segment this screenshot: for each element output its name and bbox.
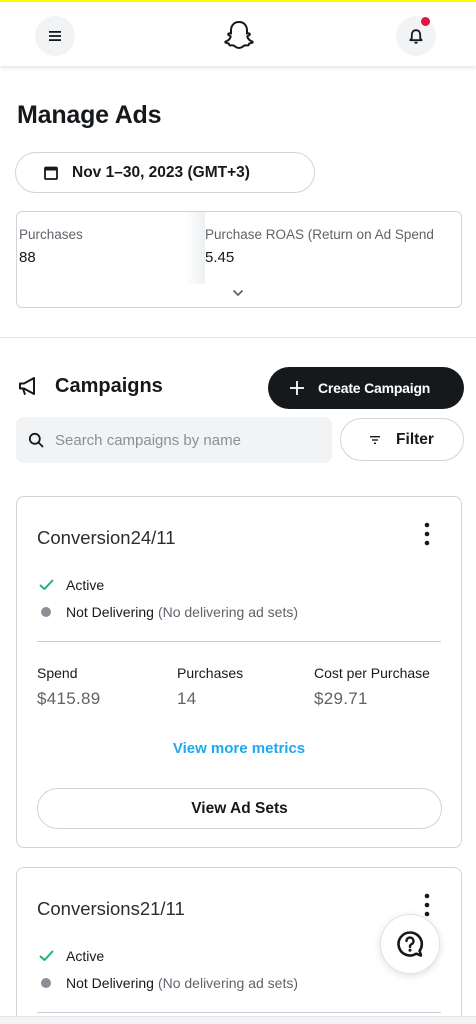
check-icon xyxy=(39,950,53,961)
chevron-down-icon[interactable] xyxy=(231,288,245,298)
help-button[interactable] xyxy=(380,914,440,974)
help-chat-icon xyxy=(397,931,424,957)
bottom-bar xyxy=(0,1016,476,1024)
more-options-icon[interactable] xyxy=(417,521,437,547)
delivery-status-note: (No delivering ad sets) xyxy=(157,975,298,991)
stat-cost-per-purchase: Cost per Purchase $29.71 xyxy=(314,665,430,709)
delivery-status-note: (No delivering ad sets) xyxy=(157,604,298,620)
hamburger-menu-icon xyxy=(49,31,61,41)
campaign-status-active: Active xyxy=(37,948,104,964)
notification-dot xyxy=(421,17,430,26)
date-range-label: Nov 1–30, 2023 (GMT+3) xyxy=(72,163,250,181)
notifications-button[interactable] xyxy=(396,16,436,56)
campaign-card[interactable]: Conversion24/11 Active Not Delivering (N… xyxy=(16,496,462,848)
snapchat-ghost-icon[interactable] xyxy=(222,20,256,52)
metric-label: Purchases xyxy=(19,227,83,242)
calendar-icon xyxy=(44,166,58,180)
search-input[interactable] xyxy=(55,431,325,449)
stat-purchases: Purchases 14 xyxy=(177,665,243,709)
search-icon xyxy=(28,432,44,448)
status-active-label: Active xyxy=(66,948,105,964)
metric-value: 88 xyxy=(19,249,36,266)
plus-icon xyxy=(290,381,304,395)
bell-icon xyxy=(409,28,423,44)
card-divider xyxy=(37,641,441,642)
view-more-metrics-link[interactable]: View more metrics xyxy=(17,740,461,757)
metric-separator xyxy=(185,212,205,284)
filter-icon xyxy=(370,435,381,444)
filter-button[interactable]: Filter xyxy=(340,418,464,461)
metrics-summary: Purchases 88 Purchase ROAS (Return on Ad… xyxy=(16,211,462,308)
stat-value: $415.89 xyxy=(37,689,101,708)
card-divider xyxy=(37,1012,441,1013)
stat-value: 14 xyxy=(177,689,197,708)
status-dot-icon xyxy=(41,607,51,617)
stat-label: Cost per Purchase xyxy=(314,665,430,681)
campaign-name: Conversions21/11 xyxy=(37,898,185,919)
campaigns-header: Campaigns xyxy=(17,374,163,398)
metric-roas[interactable]: Purchase ROAS (Return on Ad Spend 5.45 xyxy=(205,227,434,266)
view-ad-sets-button[interactable]: View Ad Sets xyxy=(37,788,442,829)
stat-label: Spend xyxy=(37,665,78,681)
status-active-label: Active xyxy=(66,577,105,593)
metric-purchases[interactable]: Purchases 88 xyxy=(19,227,83,266)
campaign-status-active: Active xyxy=(37,577,104,593)
check-icon xyxy=(39,579,53,590)
campaign-delivery-status: Not Delivering (No delivering ad sets) xyxy=(37,604,298,620)
filter-label: Filter xyxy=(396,430,434,448)
more-options-icon[interactable] xyxy=(417,892,437,918)
page-title: Manage Ads xyxy=(17,101,162,129)
campaign-delivery-status: Not Delivering (No delivering ad sets) xyxy=(37,975,298,991)
date-range-button[interactable]: Nov 1–30, 2023 (GMT+3) xyxy=(15,152,315,193)
campaign-name: Conversion24/11 xyxy=(37,527,176,548)
section-divider xyxy=(0,337,476,338)
menu-button[interactable] xyxy=(35,16,75,56)
delivery-status-label: Not Delivering xyxy=(66,975,154,991)
top-bar xyxy=(0,0,476,66)
campaigns-title: Campaigns xyxy=(55,374,163,397)
create-campaign-button[interactable]: Create Campaign xyxy=(268,367,464,409)
stat-value: $29.71 xyxy=(314,689,368,708)
stat-spend: Spend $415.89 xyxy=(37,665,101,709)
stat-label: Purchases xyxy=(177,665,244,681)
create-campaign-label: Create Campaign xyxy=(318,380,431,396)
megaphone-icon xyxy=(19,377,35,395)
status-dot-icon xyxy=(41,978,51,988)
campaign-search[interactable] xyxy=(16,417,332,463)
metric-label: Purchase ROAS (Return on Ad Spend xyxy=(205,227,434,242)
metric-value: 5.45 xyxy=(205,249,235,266)
delivery-status-label: Not Delivering xyxy=(66,604,154,620)
